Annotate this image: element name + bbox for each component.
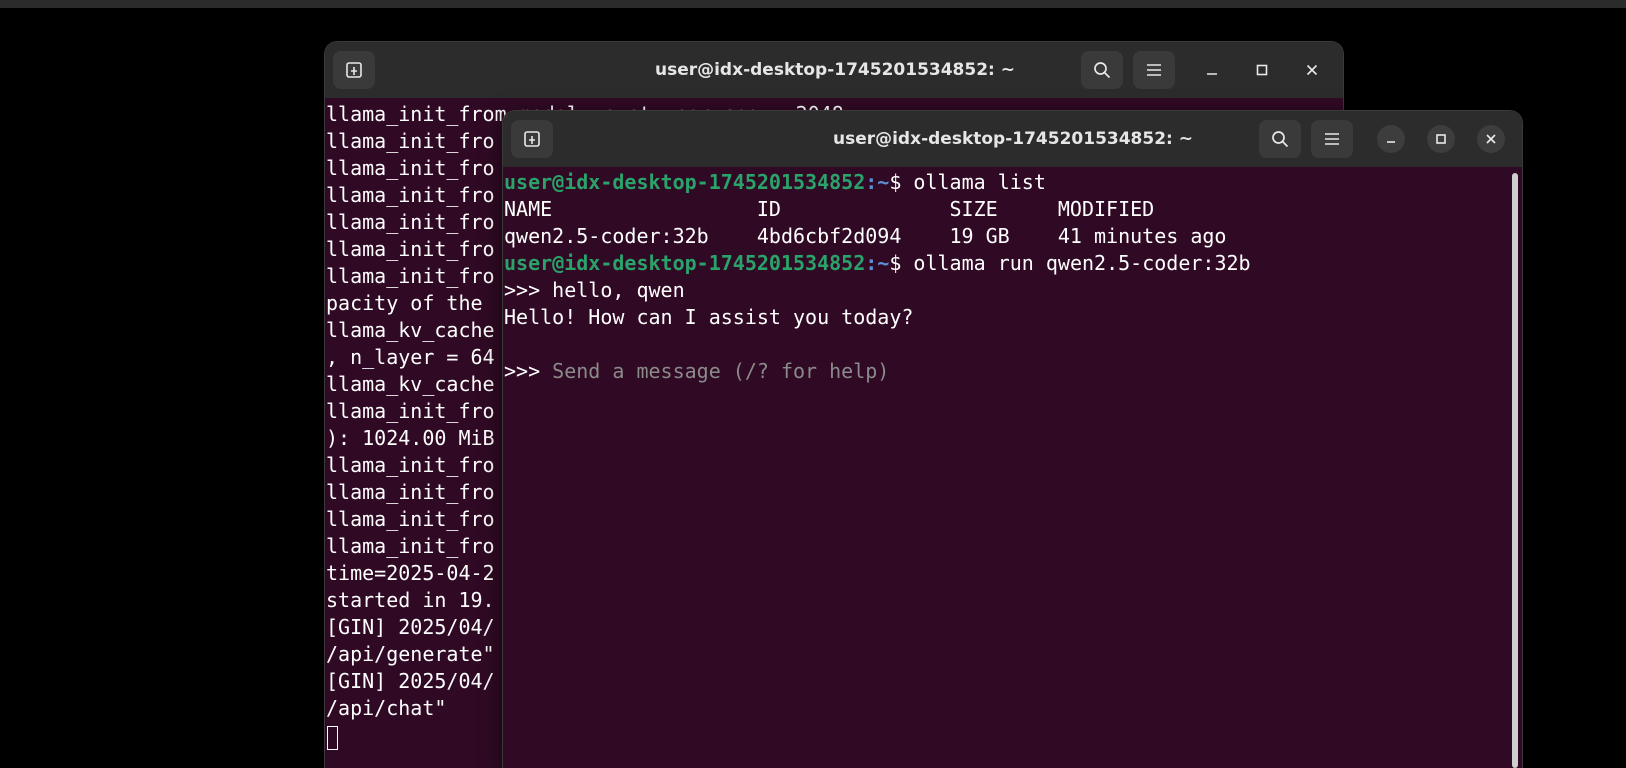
terminal-line: llama_init_fro bbox=[326, 453, 495, 477]
terminal-line: llama_init_fro bbox=[326, 264, 495, 288]
minimize-icon bbox=[1206, 64, 1218, 76]
terminal-line: /api/chat" bbox=[326, 696, 447, 720]
prompt-path: :~ bbox=[865, 170, 890, 194]
terminal-line: llama_init_fro bbox=[326, 129, 495, 153]
command-text: ollama list bbox=[913, 170, 1046, 194]
front-terminal-window[interactable]: user@idx-desktop-1745201534852: ~ user@i… bbox=[503, 111, 1522, 768]
search-button[interactable] bbox=[1259, 120, 1301, 158]
terminal-line: /api/generate" bbox=[326, 642, 495, 666]
hamburger-menu-icon bbox=[1324, 132, 1340, 146]
chat-input-placeholder[interactable]: Send a message (/? for help) bbox=[552, 359, 889, 383]
search-icon bbox=[1271, 130, 1289, 148]
prompt-line-2: user@idx-desktop-1745201534852:~$ ollama… bbox=[504, 250, 1251, 277]
new-tab-icon bbox=[523, 130, 541, 148]
close-button[interactable] bbox=[1298, 56, 1326, 84]
front-terminal-output[interactable]: user@idx-desktop-1745201534852:~$ ollama… bbox=[503, 167, 1522, 768]
new-tab-button[interactable] bbox=[511, 120, 553, 158]
terminal-line: [GIN] 2025/04/ bbox=[326, 615, 495, 639]
prompt-path: :~ bbox=[865, 251, 890, 275]
menu-button[interactable] bbox=[1311, 120, 1353, 158]
close-icon bbox=[1306, 64, 1318, 76]
hamburger-menu-icon bbox=[1146, 63, 1162, 77]
maximize-icon bbox=[1435, 133, 1447, 145]
terminal-line: llama_kv_cache bbox=[326, 372, 495, 396]
prompt-user: user@idx-desktop-1745201534852 bbox=[504, 251, 866, 275]
command-text: ollama run qwen2.5-coder:32b bbox=[913, 251, 1251, 275]
terminal-line: pacity of the bbox=[326, 291, 495, 315]
terminal-line: llama_init_fro bbox=[326, 237, 495, 261]
terminal-line: llama_init_fro bbox=[326, 210, 495, 234]
prompt-user: user@idx-desktop-1745201534852 bbox=[504, 170, 866, 194]
close-button[interactable] bbox=[1477, 125, 1505, 153]
prompt-symbol: $ bbox=[889, 251, 914, 275]
chat-input-line[interactable]: >>> Send a message (/? for help) bbox=[504, 358, 889, 385]
minimize-button[interactable] bbox=[1198, 56, 1226, 84]
terminal-line: [GIN] 2025/04/ bbox=[326, 669, 495, 693]
terminal-line: llama_kv_cache bbox=[326, 318, 495, 342]
maximize-button[interactable] bbox=[1248, 56, 1276, 84]
terminal-line: llama_init_fro bbox=[326, 480, 495, 504]
prompt-line-1: user@idx-desktop-1745201534852:~$ ollama… bbox=[504, 169, 1046, 196]
terminal-line: llama_init_fro bbox=[326, 399, 495, 423]
model-table-row: qwen2.5-coder:32b 4bd6cbf2d094 19 GB 41 … bbox=[504, 224, 1227, 248]
chat-user-message: >>> hello, qwen bbox=[504, 278, 685, 302]
maximize-icon bbox=[1256, 64, 1268, 76]
search-button[interactable] bbox=[1081, 51, 1123, 89]
terminal-line: time=2025-04-2 bbox=[326, 561, 495, 585]
terminal-line: llama_init_fro bbox=[326, 156, 495, 180]
front-window-titlebar[interactable]: user@idx-desktop-1745201534852: ~ bbox=[503, 111, 1522, 167]
minimize-button[interactable] bbox=[1377, 125, 1405, 153]
chat-assistant-reply: Hello! How can I assist you today? bbox=[504, 305, 914, 329]
terminal-line: llama_init_fro bbox=[326, 507, 495, 531]
search-icon bbox=[1093, 61, 1111, 79]
terminal-scrollbar[interactable] bbox=[1512, 173, 1518, 768]
back-window-titlebar[interactable]: user@idx-desktop-1745201534852: ~ bbox=[325, 42, 1343, 98]
model-table-header: NAME ID SIZE MODIFIED bbox=[504, 197, 1155, 221]
maximize-button[interactable] bbox=[1427, 125, 1455, 153]
chat-input-prefix: >>> bbox=[504, 359, 553, 383]
menu-button[interactable] bbox=[1133, 51, 1175, 89]
front-window-title: user@idx-desktop-1745201534852: ~ bbox=[832, 129, 1194, 149]
minimize-icon bbox=[1385, 133, 1397, 145]
back-window-title: user@idx-desktop-1745201534852: ~ bbox=[654, 60, 1016, 80]
new-tab-icon bbox=[345, 61, 363, 79]
terminal-cursor bbox=[327, 726, 338, 750]
terminal-line: started in 19. bbox=[326, 588, 495, 612]
new-tab-button[interactable] bbox=[333, 51, 375, 89]
terminal-line: ): 1024.00 MiB bbox=[326, 426, 495, 450]
terminal-line: llama_init_fro bbox=[326, 534, 495, 558]
close-icon bbox=[1485, 133, 1497, 145]
terminal-line: llama_init_fro bbox=[326, 183, 495, 207]
prompt-symbol: $ bbox=[889, 170, 914, 194]
terminal-line: , n_layer = 64 bbox=[326, 345, 495, 369]
desktop-top-bar bbox=[0, 0, 1626, 8]
